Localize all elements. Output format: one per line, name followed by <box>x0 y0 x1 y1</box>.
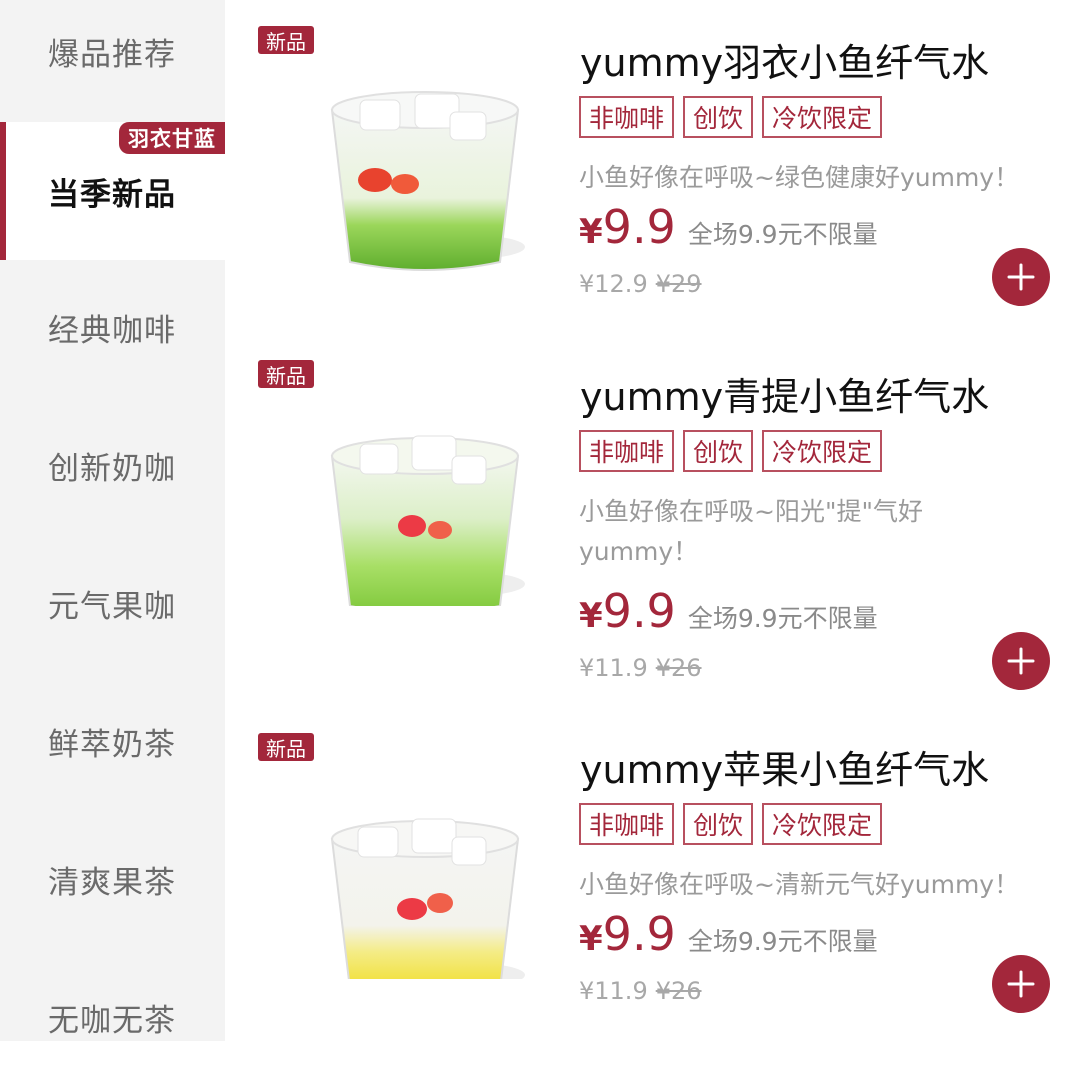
price-symbol: ¥ <box>579 919 603 959</box>
promo-text: 全场9.9元不限量 <box>687 220 878 249</box>
tag-list: 非咖啡 创饮 冷饮限定 <box>579 430 883 472</box>
member-price: ¥11.9 <box>579 977 648 1005</box>
category-sidebar: 爆品推荐 羽衣甘蓝 当季新品 经典咖啡 创新奶咖 元气果咖 鲜萃奶茶 清爽果茶 … <box>0 0 225 1041</box>
sidebar-item-label: 无咖无茶 <box>48 1002 176 1039</box>
original-price: ¥26 <box>655 977 702 1005</box>
sidebar-item-innovative-milk-coffee[interactable]: 创新奶咖 <box>0 396 225 534</box>
sub-prices: ¥11.9 ¥26 <box>579 654 702 682</box>
tag: 创饮 <box>683 430 754 472</box>
drink-image <box>330 435 525 606</box>
drink-image <box>330 818 525 979</box>
price-row: ¥ 9.9 全场9.9元不限量 <box>579 584 878 638</box>
product-card[interactable]: 新品 yummy羽衣小鱼纤气水 非咖啡 创饮 冷饮限定 小鱼好像在呼吸~绿色健康… <box>225 0 1071 372</box>
tag: 非咖啡 <box>579 803 675 845</box>
new-badge: 新品 <box>258 733 314 761</box>
sidebar-item-label: 当季新品 <box>48 176 176 213</box>
promo-text: 全场9.9元不限量 <box>687 604 878 633</box>
sidebar-item-classic-coffee[interactable]: 经典咖啡 <box>0 258 225 396</box>
add-to-cart-button[interactable] <box>992 248 1050 306</box>
product-card[interactable]: 新品 yummy苹果小鱼纤气水 非咖啡 创饮 冷饮限定 小鱼好像在呼吸~清新元气… <box>225 707 1071 1079</box>
tag-list: 非咖啡 创饮 冷饮限定 <box>579 96 883 138</box>
price-symbol: ¥ <box>579 212 603 252</box>
sub-prices: ¥12.9 ¥29 <box>579 270 702 298</box>
tag: 非咖啡 <box>579 96 675 138</box>
price: 9.9 <box>602 584 676 638</box>
tag: 非咖啡 <box>579 430 675 472</box>
price: 9.9 <box>602 200 676 254</box>
sidebar-badge: 羽衣甘蓝 <box>119 122 225 154</box>
sidebar-item-label: 鲜萃奶茶 <box>48 726 176 763</box>
member-price: ¥12.9 <box>579 270 648 298</box>
plus-icon <box>1007 970 1035 998</box>
product-name: yummy青提小鱼纤气水 <box>580 375 990 419</box>
drink-image <box>330 91 525 271</box>
original-price: ¥26 <box>655 654 702 682</box>
plus-icon <box>1007 647 1035 675</box>
sub-prices: ¥11.9 ¥26 <box>579 977 702 1005</box>
price: 9.9 <box>602 907 676 961</box>
product-card[interactable]: 新品 yummy青提小鱼纤气水 非咖啡 创饮 冷饮限定 小鱼好像在呼吸~阳光"提… <box>225 334 1071 706</box>
product-name: yummy苹果小鱼纤气水 <box>580 748 990 792</box>
tag: 冷饮限定 <box>762 96 883 138</box>
sidebar-item-hot[interactable]: 爆品推荐 <box>0 0 225 120</box>
tag-list: 非咖啡 创饮 冷饮限定 <box>579 803 883 845</box>
new-badge: 新品 <box>258 26 314 54</box>
price-symbol: ¥ <box>579 596 603 636</box>
sidebar-item-label: 爆品推荐 <box>48 36 176 73</box>
sidebar-item-label: 元气果咖 <box>48 588 176 625</box>
sidebar-item-no-coffee-no-tea[interactable]: 无咖无茶 <box>0 948 225 1086</box>
sidebar-item-fruit-coffee[interactable]: 元气果咖 <box>0 534 225 672</box>
sidebar-item-label: 经典咖啡 <box>48 312 176 349</box>
original-price: ¥29 <box>655 270 702 298</box>
tag: 冷饮限定 <box>762 803 883 845</box>
tag: 创饮 <box>683 803 754 845</box>
plus-icon <box>1007 263 1035 291</box>
price-row: ¥ 9.9 全场9.9元不限量 <box>579 200 878 254</box>
sidebar-item-label: 清爽果茶 <box>48 864 176 901</box>
price-row: ¥ 9.9 全场9.9元不限量 <box>579 907 878 961</box>
sidebar-item-fruit-tea[interactable]: 清爽果茶 <box>0 810 225 948</box>
product-name: yummy羽衣小鱼纤气水 <box>580 41 990 85</box>
product-description: 小鱼好像在呼吸~绿色健康好yummy！ <box>579 163 1020 192</box>
product-description: 小鱼好像在呼吸~阳光"提"气好yummy！ <box>579 497 923 566</box>
sidebar-item-milk-tea[interactable]: 鲜萃奶茶 <box>0 672 225 810</box>
promo-text: 全场9.9元不限量 <box>687 927 878 956</box>
new-badge: 新品 <box>258 360 314 388</box>
tag: 冷饮限定 <box>762 430 883 472</box>
tag: 创饮 <box>683 96 754 138</box>
sidebar-item-label: 创新奶咖 <box>48 450 176 487</box>
member-price: ¥11.9 <box>579 654 648 682</box>
product-description: 小鱼好像在呼吸~清新元气好yummy！ <box>579 870 1020 899</box>
add-to-cart-button[interactable] <box>992 632 1050 690</box>
sidebar-item-new-season[interactable]: 羽衣甘蓝 当季新品 <box>0 122 225 260</box>
add-to-cart-button[interactable] <box>992 955 1050 1013</box>
